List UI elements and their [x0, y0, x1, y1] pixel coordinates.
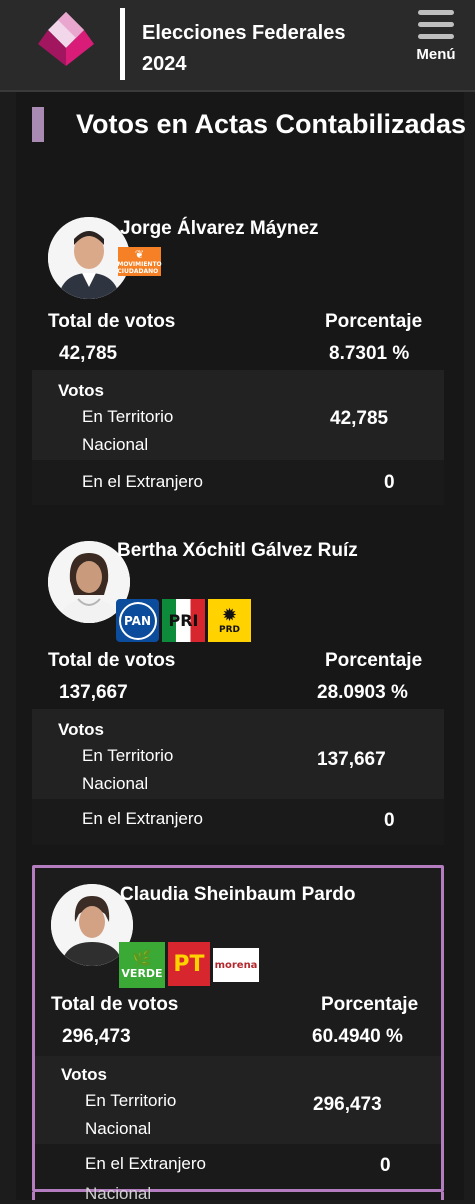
candidate-name: Claudia Sheinbaum Pardo [120, 884, 356, 905]
total-votes-label: Total de votos [48, 311, 176, 332]
candidate-card-alvarez: Jorge Álvarez Máynez ❦ MOVIMIENTO CIUDADA… [32, 205, 444, 505]
party-name: PAN [120, 603, 155, 638]
peek-label: Nacional [85, 1184, 152, 1203]
abroad-label: En el Extranjero [85, 1154, 206, 1173]
total-votes-value: 137,667 [59, 682, 128, 703]
party-name: PT [173, 951, 205, 977]
pri-logo-icon: PRI [162, 599, 205, 642]
party-logos: ❦ MOVIMIENTO CIUDADANO [117, 247, 162, 276]
votes-heading: Votos [58, 720, 104, 739]
verde-logo-icon: 🌿 VERDE [119, 942, 165, 988]
pt-logo-icon: PT [168, 942, 210, 986]
total-votes-value: 296,473 [62, 1026, 131, 1047]
percentage-label: Porcentaje [325, 650, 423, 671]
party-name: MOVIMIENTO CIUDADANO [117, 261, 162, 275]
menu-label: Menú [416, 46, 456, 63]
next-card-peek: Nacional [32, 1184, 444, 1203]
party-name: morena [214, 959, 258, 971]
national-label: En Territorio Nacional [82, 407, 174, 454]
national-value: 42,785 [330, 408, 389, 429]
hamburger-icon-bar [418, 22, 454, 27]
percentage-value: 8.7301 % [329, 343, 410, 364]
votes-heading: Votos [58, 381, 104, 400]
menu-button[interactable]: Menú [412, 10, 460, 63]
abroad-label: En el Extranjero [82, 472, 203, 491]
app-header: Elecciones Federales 2024 Menú [0, 0, 475, 92]
national-label: En Territorio Nacional [85, 1091, 177, 1138]
hamburger-icon [418, 10, 454, 15]
abroad-label: En el Extranjero [82, 809, 203, 828]
pan-circle: PAN [118, 601, 157, 640]
morena-logo-icon: morena [213, 948, 259, 982]
party-name: PRD [219, 624, 240, 635]
percentage-value: 60.4940 % [312, 1026, 403, 1047]
hamburger-icon-bar [418, 34, 454, 39]
percentage-value: 28.0903 % [317, 682, 408, 703]
national-value: 137,667 [317, 749, 386, 770]
abroad-value: 0 [380, 1155, 391, 1176]
app-title: Elecciones Federales 2024 [142, 22, 346, 75]
candidate-card-galvez: Bertha Xóchitl Gálvez Ruíz PAN PRI ✹ PRD … [32, 533, 444, 845]
abroad-value: 0 [384, 810, 395, 831]
party-name: VERDE [121, 966, 163, 980]
party-logos: PAN PRI ✹ PRD [116, 599, 251, 642]
section-title: Votos en Actas Contabilizadas [32, 107, 475, 142]
national-label: En Territorio Nacional [82, 746, 174, 793]
ine-logo-icon[interactable] [36, 8, 96, 68]
candidate-name: Bertha Xóchitl Gálvez Ruíz [117, 540, 358, 561]
total-votes-label: Total de votos [51, 994, 179, 1015]
votes-breakdown: Votos En Territorio Nacional 42,785 En e… [32, 370, 444, 505]
abroad-value: 0 [384, 472, 395, 493]
total-votes-label: Total de votos [48, 650, 176, 671]
header-divider [120, 8, 125, 80]
candidate-name: Jorge Álvarez Máynez [120, 218, 319, 239]
national-value: 296,473 [313, 1094, 382, 1115]
movimiento-ciudadano-logo-icon: ❦ MOVIMIENTO CIUDADANO [117, 247, 162, 276]
votes-heading: Votos [61, 1065, 107, 1084]
pan-logo-icon: PAN [116, 599, 159, 642]
party-name: PRI [168, 611, 199, 630]
candidate-card-sheinbaum: Claudia Sheinbaum Pardo 🌿 VERDE PT morena… [32, 865, 444, 1192]
votes-breakdown: Votos En Territorio Nacional 137,667 En … [32, 709, 444, 845]
prd-logo-icon: ✹ PRD [208, 599, 251, 642]
party-logos: 🌿 VERDE PT morena [119, 942, 259, 988]
total-votes-value: 42,785 [59, 343, 118, 364]
votes-breakdown: Votos En Territorio Nacional 296,473 En … [35, 1056, 441, 1189]
percentage-label: Porcentaje [325, 311, 423, 332]
percentage-label: Porcentaje [321, 994, 419, 1015]
